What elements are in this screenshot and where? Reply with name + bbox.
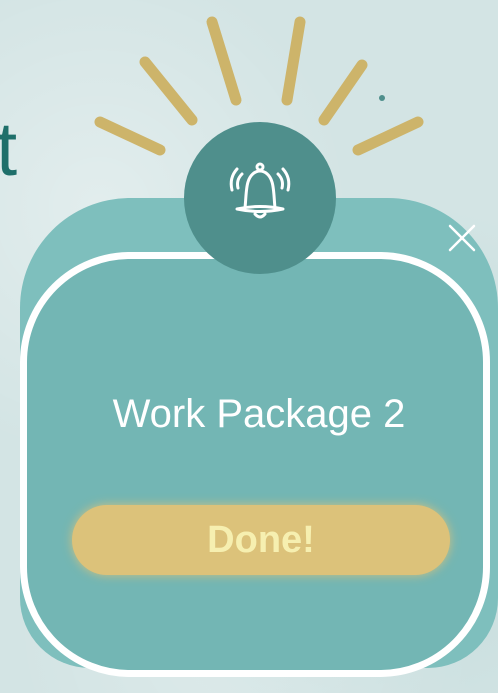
close-icon — [448, 224, 476, 252]
ray — [206, 16, 242, 106]
background-title-fragment: t — [0, 107, 18, 192]
ray — [318, 59, 368, 126]
close-button[interactable] — [446, 222, 478, 254]
done-button[interactable]: Done! — [72, 505, 450, 575]
work-package-title: Work Package 2 — [112, 392, 406, 436]
bell-ringing-icon — [229, 162, 291, 219]
ray — [281, 16, 306, 106]
ray — [94, 116, 166, 156]
ray — [139, 56, 198, 126]
bell-badge — [184, 122, 336, 274]
ray — [352, 116, 424, 156]
dialog-card — [20, 252, 490, 677]
